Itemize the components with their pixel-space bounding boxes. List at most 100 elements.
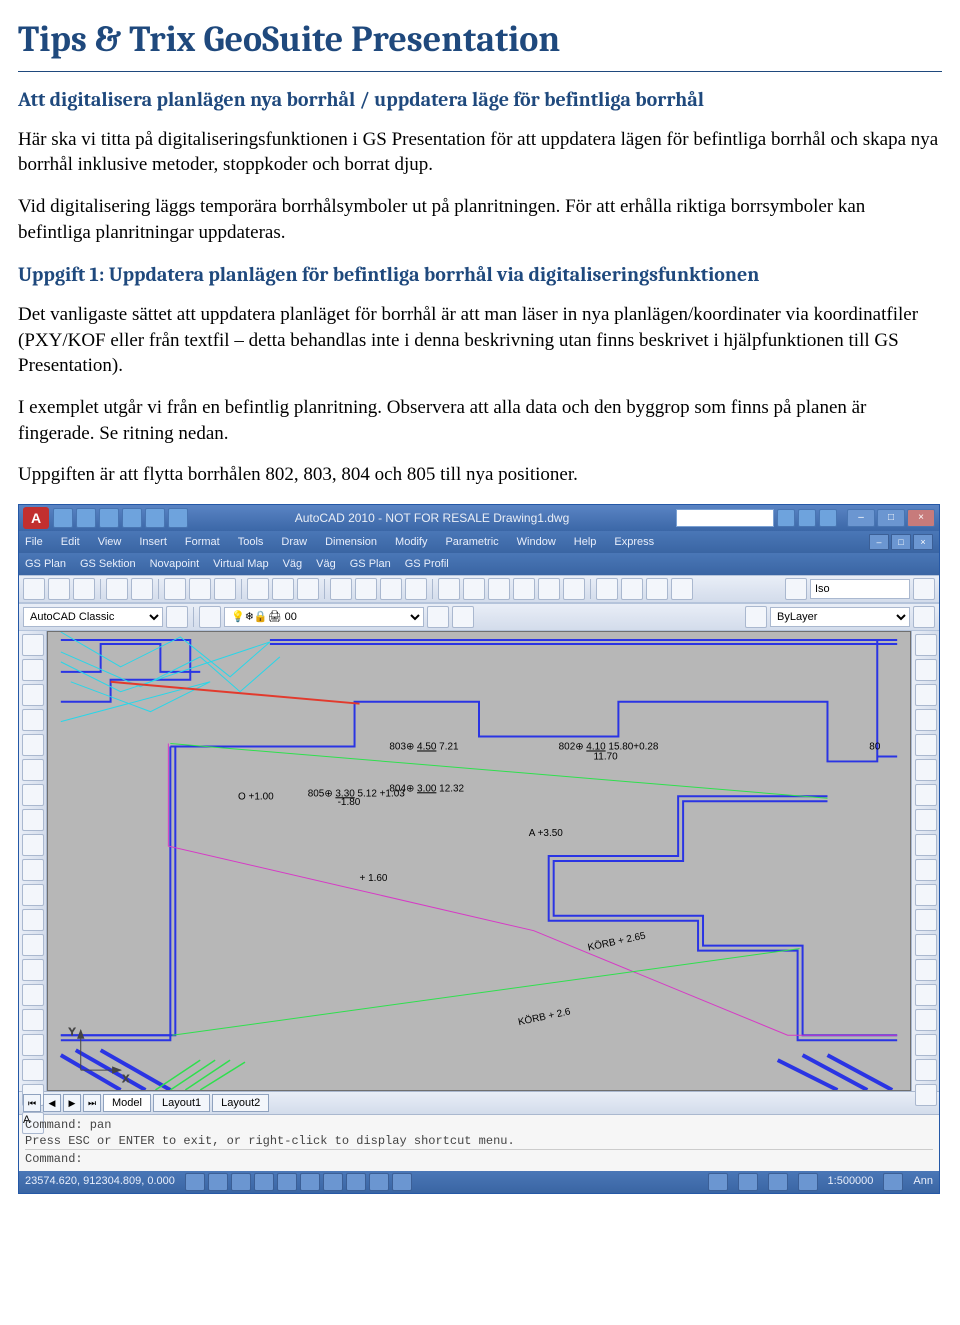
application-menu-button[interactable]: A: [23, 507, 49, 529]
edit-pline-icon[interactable]: [915, 1059, 937, 1081]
annotation-visibility-icon[interactable]: [883, 1173, 903, 1191]
help-icon[interactable]: [819, 509, 837, 527]
tool-palettes-icon[interactable]: [488, 578, 510, 600]
menu-view[interactable]: View: [98, 535, 122, 550]
mdi-close-button[interactable]: ×: [913, 534, 933, 550]
donut-icon[interactable]: [22, 1059, 44, 1081]
paste-icon[interactable]: [214, 578, 236, 600]
polar-toggle-icon[interactable]: [254, 1173, 274, 1191]
pan-icon[interactable]: [330, 578, 352, 600]
ellipse-icon[interactable]: [22, 759, 44, 781]
open-icon[interactable]: [48, 578, 70, 600]
quick-view-drawings-icon[interactable]: [768, 1173, 788, 1191]
menu-gs-plan[interactable]: GS Plan: [25, 557, 66, 572]
tab-model[interactable]: Model: [103, 1094, 151, 1113]
quick-view-layouts-icon[interactable]: [738, 1173, 758, 1191]
tab-layout2[interactable]: Layout2: [212, 1094, 269, 1113]
star-icon[interactable]: [798, 509, 816, 527]
offset-icon[interactable]: [915, 709, 937, 731]
scale-icon[interactable]: [915, 809, 937, 831]
chamfer-icon[interactable]: [915, 959, 937, 981]
lengthen-icon[interactable]: [915, 1034, 937, 1056]
tab-first-icon[interactable]: ⏮: [23, 1094, 41, 1112]
style-picker-icon[interactable]: [913, 578, 935, 600]
menu-insert[interactable]: Insert: [139, 535, 167, 550]
annotation-scale-icon[interactable]: [798, 1173, 818, 1191]
menu-tools[interactable]: Tools: [238, 535, 264, 550]
text-style-input[interactable]: [810, 579, 910, 599]
menu-vag-2[interactable]: Väg: [316, 557, 336, 572]
save-icon[interactable]: [73, 578, 95, 600]
tab-next-icon[interactable]: ▶: [63, 1094, 81, 1112]
maximize-button[interactable]: □: [877, 509, 905, 527]
close-button[interactable]: ×: [907, 509, 935, 527]
qat-new-icon[interactable]: [53, 508, 73, 528]
cut-icon[interactable]: [164, 578, 186, 600]
markup-icon[interactable]: [538, 578, 560, 600]
new-icon[interactable]: [23, 578, 45, 600]
mirror-icon[interactable]: [915, 684, 937, 706]
copy-icon[interactable]: [189, 578, 211, 600]
move-icon[interactable]: [915, 759, 937, 781]
model-paper-toggle-icon[interactable]: [708, 1173, 728, 1191]
status-scale[interactable]: 1:500000: [828, 1174, 874, 1189]
otrack-toggle-icon[interactable]: [300, 1173, 320, 1191]
edit-spline-icon[interactable]: [915, 1084, 937, 1106]
ortho-toggle-icon[interactable]: [231, 1173, 251, 1191]
region-icon[interactable]: [22, 834, 44, 856]
line-icon[interactable]: [22, 634, 44, 656]
rectangle-icon[interactable]: [22, 734, 44, 756]
table-style-icon[interactable]: [646, 578, 668, 600]
osnap-toggle-icon[interactable]: [277, 1173, 297, 1191]
polyline-icon[interactable]: [22, 659, 44, 681]
dyn-toggle-icon[interactable]: [346, 1173, 366, 1191]
menu-novapoint[interactable]: Novapoint: [150, 557, 200, 572]
menu-modify[interactable]: Modify: [395, 535, 427, 550]
text-style-icon[interactable]: [596, 578, 618, 600]
mdi-restore-button[interactable]: □: [891, 534, 911, 550]
ducs-toggle-icon[interactable]: [323, 1173, 343, 1191]
lineweight-icon[interactable]: [913, 606, 935, 628]
menu-help[interactable]: Help: [574, 535, 597, 550]
text-icon[interactable]: [785, 578, 807, 600]
menu-virtual-map[interactable]: Virtual Map: [213, 557, 268, 572]
quick-calc-icon[interactable]: [563, 578, 585, 600]
menu-dimension[interactable]: Dimension: [325, 535, 377, 550]
insert-icon[interactable]: [22, 959, 44, 981]
qat-save-icon[interactable]: [99, 508, 119, 528]
zoom-icon[interactable]: [355, 578, 377, 600]
menu-gs-profil[interactable]: GS Profil: [405, 557, 449, 572]
point-icon[interactable]: [22, 884, 44, 906]
stretch-icon[interactable]: [915, 834, 937, 856]
drawing-canvas[interactable]: Y X 803⊕ 4.50 7.21 802⊕ 4.10 15.80+0.28 …: [47, 631, 911, 1091]
multileader-icon[interactable]: [671, 578, 693, 600]
qat-open-icon[interactable]: [76, 508, 96, 528]
explode-icon[interactable]: [915, 1009, 937, 1031]
grid-toggle-icon[interactable]: [208, 1173, 228, 1191]
color-swatch-icon[interactable]: [745, 606, 767, 628]
minimize-button[interactable]: –: [847, 509, 875, 527]
tab-last-icon[interactable]: ⏭: [83, 1094, 101, 1112]
zoom-extents-icon[interactable]: [405, 578, 427, 600]
break-icon[interactable]: [915, 909, 937, 931]
help-search-input[interactable]: [676, 509, 774, 527]
spline-icon[interactable]: [22, 784, 44, 806]
print-icon[interactable]: [106, 578, 128, 600]
tab-prev-icon[interactable]: ◀: [43, 1094, 61, 1112]
gradient-icon[interactable]: [22, 984, 44, 1006]
search-icon[interactable]: [777, 509, 795, 527]
mdi-minimize-button[interactable]: –: [869, 534, 889, 550]
hatch-icon[interactable]: [22, 809, 44, 831]
tab-layout1[interactable]: Layout1: [153, 1094, 210, 1113]
workspace-settings-icon[interactable]: [166, 606, 188, 628]
arc-icon[interactable]: [22, 709, 44, 731]
match-props-icon[interactable]: [247, 578, 269, 600]
redo-icon[interactable]: [297, 578, 319, 600]
menu-gs-plan-2[interactable]: GS Plan: [350, 557, 391, 572]
menu-draw[interactable]: Draw: [281, 535, 307, 550]
rotate-icon[interactable]: [915, 784, 937, 806]
plot-preview-icon[interactable]: [131, 578, 153, 600]
layer-select[interactable]: 💡❄🔒🖨 00: [224, 607, 424, 627]
join-icon[interactable]: [915, 934, 937, 956]
layer-prev-icon[interactable]: [452, 606, 474, 628]
